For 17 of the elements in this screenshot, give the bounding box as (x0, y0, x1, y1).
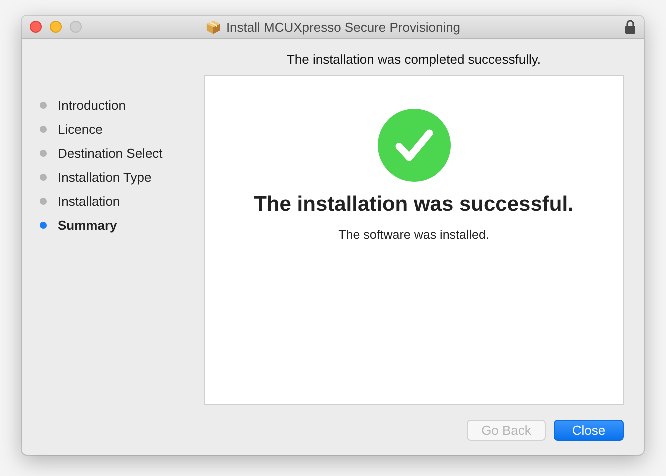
close-button[interactable] (30, 21, 42, 33)
close-button[interactable]: Close (554, 420, 624, 441)
step-label: Destination Select (58, 146, 163, 160)
step-label: Licence (58, 122, 103, 136)
success-message: The software was installed. (338, 228, 490, 242)
success-title: The installation was successful. (254, 193, 574, 217)
minimize-button[interactable] (50, 21, 62, 33)
checkmark-icon (378, 109, 450, 182)
step-label: Summary (58, 218, 118, 232)
lock-icon (625, 20, 636, 34)
status-heading: The installation was completed successfully. (286, 52, 542, 66)
window-title: Install MCUXpresso Secure Provisioning (226, 20, 461, 34)
package-icon (206, 20, 222, 34)
step-label: Installation Type (58, 170, 152, 184)
zoom-button[interactable] (70, 21, 82, 33)
step-label: Introduction (58, 98, 126, 112)
step-label: Installation (58, 194, 120, 208)
